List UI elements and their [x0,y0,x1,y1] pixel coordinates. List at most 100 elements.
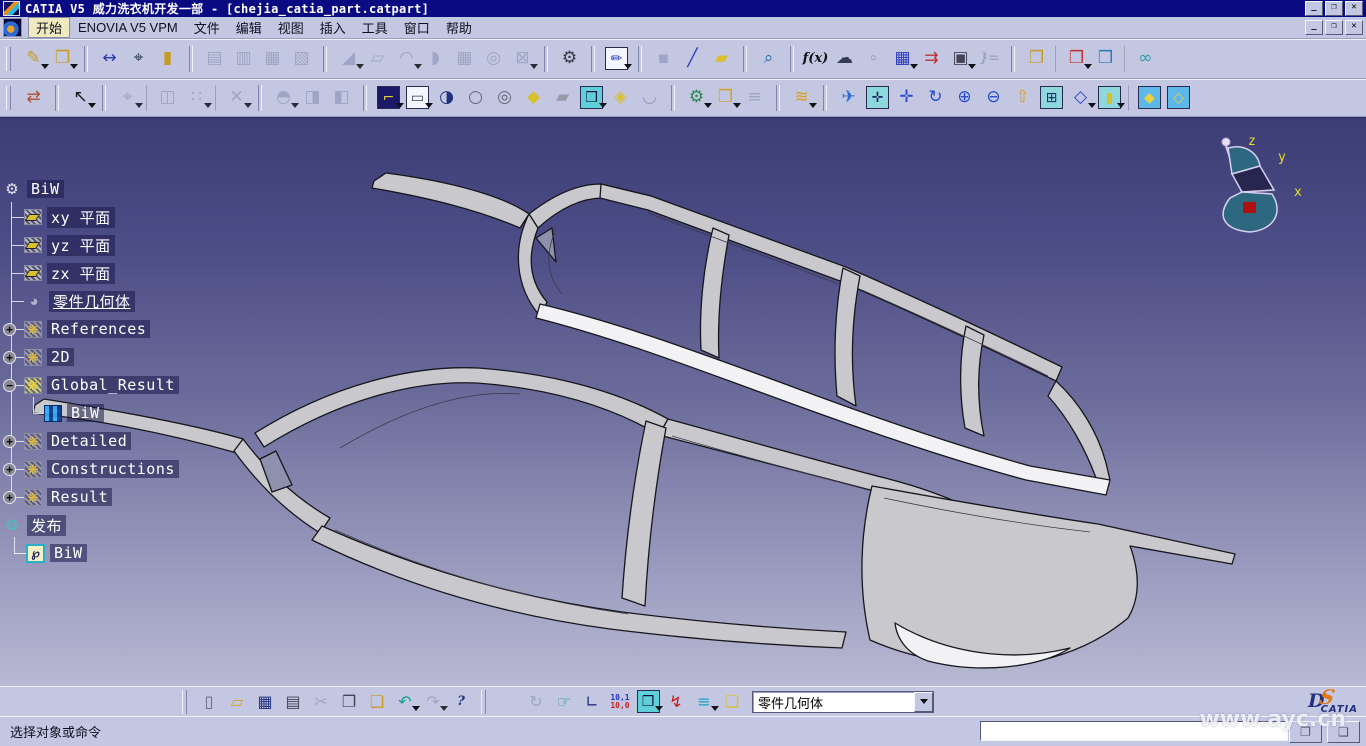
background-doc-button[interactable]: ❐ [1289,721,1322,743]
extrude-icon[interactable]: ⌐ [375,84,402,111]
tree-item-zx-plane[interactable]: zx 平面 [24,262,115,284]
collapse-button-global_result[interactable]: − [3,379,16,392]
tree-item-2d[interactable]: ❋2D [24,346,74,368]
minimize-button[interactable]: _ [1305,1,1323,16]
gears-icon[interactable]: ⚙ [683,84,710,111]
combo-dropdown-button[interactable] [914,692,933,712]
tree-item-publications[interactable]: ⚙发布 [2,514,66,536]
measure-inertia-icon[interactable]: ▮ [154,45,181,72]
red-component-icon[interactable]: ❒ [1063,45,1090,72]
design-table-icon[interactable]: ▦ [889,45,916,72]
fit-all-icon[interactable]: ✛ [864,84,891,111]
sketch-box-icon[interactable]: ▭ [404,84,431,111]
expand-button-references[interactable]: + [3,323,16,336]
planes-icon[interactable]: ◫ [154,84,181,111]
tree-item-constructions[interactable]: ❋Constructions [24,458,179,480]
doc-minimize-button[interactable]: _ [1305,20,1323,35]
catalog-item-icon[interactable]: ≡ [741,84,768,111]
tree-item-biw-root[interactable]: ⚙BiW [2,178,64,200]
catalog-browser-icon[interactable]: ⌕ [755,45,782,72]
zoom-out-icon[interactable]: ⊖ [980,84,1007,111]
tree-item-xy-plane[interactable]: xy 平面 [24,206,115,228]
tree-item-detailed-label[interactable]: Detailed [47,432,131,450]
active-body-combo[interactable]: 零件几何体 [752,691,934,713]
offset-icon[interactable]: ◎ [491,84,518,111]
tree-item-biw-result[interactable]: BiW [44,402,104,424]
healing-icon[interactable]: ◈ [607,84,634,111]
refresh-icon[interactable]: ↻ [523,690,549,714]
restore-button[interactable]: ❐ [1325,1,1343,16]
sweep-icon[interactable]: ◆ [520,84,547,111]
grid-box-feature-icon[interactable]: ▦ [451,45,478,72]
layers-surface-icon[interactable]: ❏ [719,690,745,714]
exchange-icon[interactable]: ⇄ [20,84,47,111]
tree-item-detailed[interactable]: ❋Detailed [24,430,131,452]
wedge-feature-icon[interactable]: ◢ [335,45,362,72]
tree-item-biw-result-label[interactable]: BiW [67,404,104,422]
lock-icon[interactable]: ▣ [947,45,974,72]
select-arrow-icon[interactable]: ↖ [67,84,94,111]
tree-item-yz-plane-label[interactable]: yz 平面 [47,235,115,256]
box-feature-icon[interactable]: ⊠ [509,45,536,72]
fill-icon[interactable]: ▰ [549,84,576,111]
rotate-icon[interactable]: ↻ [922,84,949,111]
tree-item-biw-publication[interactable]: ℘BiW [26,542,87,564]
assembly-component-icon[interactable]: ❒ [1023,45,1050,72]
tree-item-xy-plane-label[interactable]: xy 平面 [47,207,115,228]
menu-insert[interactable]: 插入 [312,17,354,38]
surfaces-icon[interactable]: ≋ [788,84,815,111]
render-style-icon[interactable]: ▮ [1096,84,1123,111]
normal-view-icon[interactable]: ⇧ [1009,84,1036,111]
knowledge-values-icon[interactable]: 10,110,0 [607,690,633,714]
blue-component-icon[interactable]: ❒ [1092,45,1119,72]
catalog-d-icon[interactable]: ▧ [288,45,315,72]
tree-item-references[interactable]: ❋References [24,318,150,340]
tree-item-constructions-label[interactable]: Constructions [47,460,179,478]
catalog-c-icon[interactable]: ▦ [259,45,286,72]
cut-icon[interactable]: ✂ [308,690,334,714]
quad-view-icon[interactable]: ⊞ [1038,84,1065,111]
close-button[interactable]: ✕ [1345,1,1363,16]
toolbar-grip[interactable] [182,690,187,714]
shell-feature-icon[interactable]: ◗ [422,45,449,72]
pin-icon[interactable]: ⌖ [114,84,141,111]
tree-item-references-label[interactable]: References [47,320,150,338]
new-file-icon[interactable]: ▯ [196,690,222,714]
menu-enovia[interactable]: ENOVIA V5 VPM [70,19,186,36]
catalog-a-icon[interactable]: ▤ [201,45,228,72]
axes-icon[interactable]: ∟ [579,690,605,714]
specs-list-icon[interactable]: ≡ [691,690,717,714]
save-icon[interactable]: ▦ [252,690,278,714]
powercopy-icon[interactable]: ❒ [712,84,739,111]
tree-item-2d-label[interactable]: 2D [47,348,74,366]
grid-icon[interactable]: ∷ [183,84,210,111]
tree-item-result[interactable]: ❋Result [24,486,112,508]
dialog-toggle-button[interactable]: ❑ [1327,721,1360,743]
target-feature-icon[interactable]: ◎ [480,45,507,72]
comment-icon[interactable]: ☁ [831,45,858,72]
compass-3d[interactable]: z y x [1206,132,1326,242]
catalog-transfer-icon[interactable]: ❐ [49,45,76,72]
compass-base-square[interactable] [1243,202,1256,213]
menu-help[interactable]: 帮助 [438,17,480,38]
iso-view-icon[interactable]: ◇ [1067,84,1094,111]
redo-icon[interactable]: ↷ [420,690,446,714]
tree-item-biw-publication-label[interactable]: BiW [50,544,87,562]
expand-button-detailed[interactable]: + [3,435,16,448]
formula-icon[interactable]: f(x) [802,45,829,72]
copy-icon[interactable]: ❐ [336,690,362,714]
menu-start[interactable]: 开始 [28,17,70,38]
menu-tools[interactable]: 工具 [354,17,396,38]
expand-button-2d[interactable]: + [3,351,16,364]
knowledge-lock-icon[interactable]: ∘ [860,45,887,72]
menu-edit[interactable]: 编辑 [228,17,270,38]
insert-mode-icon[interactable]: ◇ [1165,84,1192,111]
slab-feature-icon[interactable]: ▱ [364,45,391,72]
instantiate-icon[interactable]: ∞ [1132,45,1159,72]
tree-item-global-result[interactable]: ❋Global_Result [24,374,179,396]
menu-view[interactable]: 视图 [270,17,312,38]
power-input-field[interactable] [980,721,1288,741]
pan-icon[interactable]: ✛ [893,84,920,111]
hatch-b-icon[interactable]: ◧ [328,84,355,111]
dome-feature-icon[interactable]: ◠ [393,45,420,72]
